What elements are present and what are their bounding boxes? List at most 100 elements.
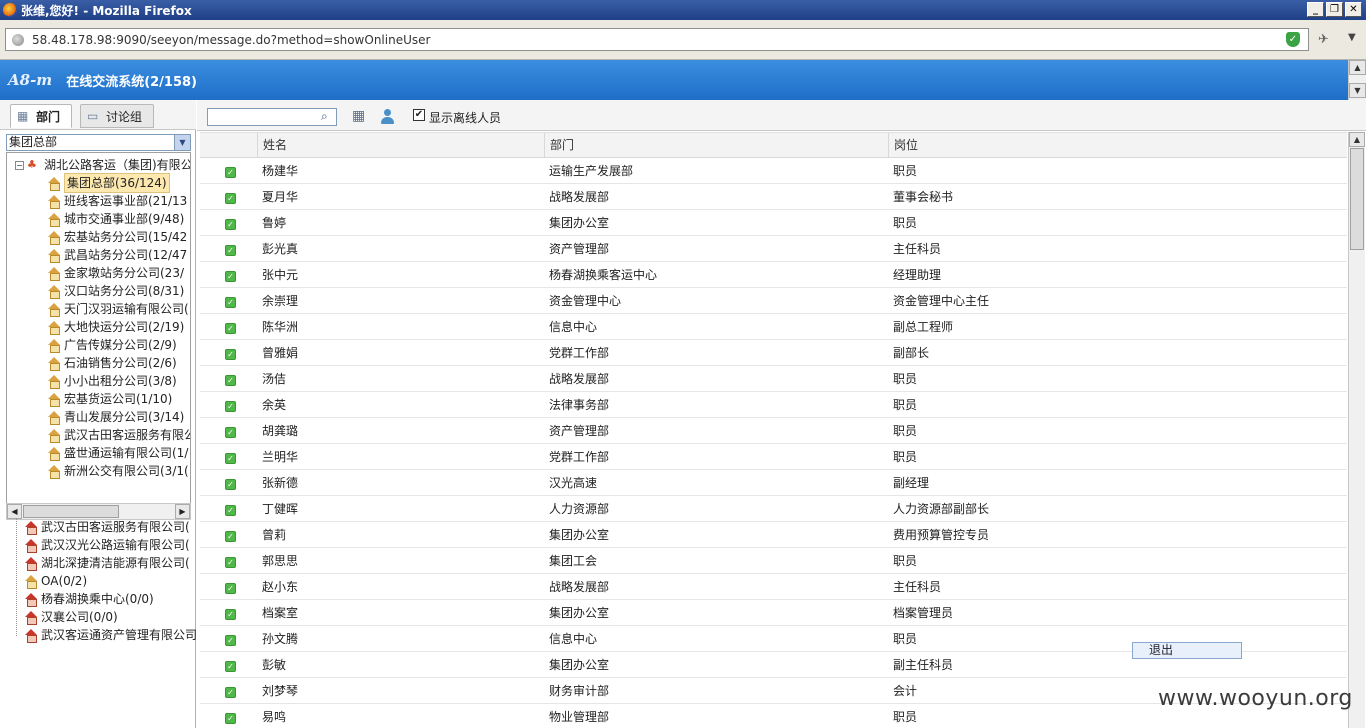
tree-item[interactable]: 青山发展分公司(3/14) bbox=[47, 408, 184, 426]
cell-name: 汤佶 bbox=[262, 372, 287, 386]
search-icon[interactable]: ⌕ bbox=[321, 109, 328, 124]
show-offline-checkbox[interactable]: ✔ bbox=[413, 109, 425, 121]
tree-item[interactable]: 小小出租分公司(3/8) bbox=[47, 372, 177, 390]
tree-item-label: 金家墩站务分公司(23/ bbox=[64, 266, 184, 280]
close-button[interactable]: ✕ bbox=[1345, 2, 1362, 17]
tree-item[interactable]: 武汉客运通资产管理有限公司 bbox=[24, 626, 197, 644]
group-icon[interactable]: ▦ bbox=[352, 108, 368, 125]
scroll-down-icon[interactable]: ▼ bbox=[1349, 83, 1366, 98]
tree-item[interactable]: 汉襄公司(0/0) bbox=[24, 608, 118, 626]
url-text[interactable]: 58.48.178.98:9090/seeyon/message.do?meth… bbox=[32, 33, 1286, 47]
department-select[interactable]: 集团总部 ▼ bbox=[6, 134, 191, 151]
online-status-icon: ✓ bbox=[225, 557, 236, 568]
table-row[interactable]: ✓ 余崇理 资金管理中心 资金管理中心主任 bbox=[200, 288, 1347, 314]
table-row[interactable]: ✓ 鲁婷 集团办公室 职员 bbox=[200, 210, 1347, 236]
tree-item[interactable]: 杨春湖换乘中心(0/0) bbox=[24, 590, 154, 608]
table-row[interactable]: ✓ 汤佶 战略发展部 职员 bbox=[200, 366, 1347, 392]
cell-name: 余崇理 bbox=[262, 294, 299, 308]
cell-name: 刘梦琴 bbox=[262, 684, 299, 698]
tree-item-label: 宏基货运公司(1/10) bbox=[64, 392, 173, 406]
table-row[interactable]: ✓ 档案室 集团办公室 档案管理员 bbox=[200, 600, 1347, 626]
tree-item[interactable]: 宏基站务分公司(15/42 bbox=[47, 228, 187, 246]
table-row[interactable]: ✓ 赵小东 战略发展部 主任科员 bbox=[200, 574, 1347, 600]
tree-item[interactable]: 湖北深捷清洁能源有限公司( bbox=[24, 554, 190, 572]
house-icon bbox=[24, 520, 38, 535]
tree-item[interactable]: OA(0/2) bbox=[24, 572, 87, 590]
browser-toolbar: 58.48.178.98:9090/seeyon/message.do?meth… bbox=[0, 20, 1366, 60]
table-row[interactable]: ✓ 陈华洲 信息中心 副总工程师 bbox=[200, 314, 1347, 340]
cell-name: 孙文腾 bbox=[262, 632, 299, 646]
tree-item[interactable]: 天门汉羽运输有限公司( bbox=[47, 300, 189, 318]
table-row[interactable]: ✓ 杨建华 运输生产发展部 职员 bbox=[200, 158, 1347, 184]
tree-item[interactable]: 武汉汉光公路运输有限公司( bbox=[24, 536, 190, 554]
table-row[interactable]: ✓ 郭思思 集团工会 职员 bbox=[200, 548, 1347, 574]
scroll-up-icon[interactable]: ▲ bbox=[1349, 60, 1366, 75]
table-row[interactable]: ✓ 曾雅娟 党群工作部 副部长 bbox=[200, 340, 1347, 366]
table-row[interactable]: ✓ 余英 法律事务部 职员 bbox=[200, 392, 1347, 418]
tree-item[interactable]: 大地快运分公司(2/19) bbox=[47, 318, 184, 336]
scroll-thumb[interactable] bbox=[23, 505, 119, 518]
online-status-icon: ✓ bbox=[225, 245, 236, 256]
tree-item[interactable]: 武汉古田客运服务有限公 bbox=[47, 426, 190, 444]
scroll-right-icon[interactable]: ▶ bbox=[175, 504, 190, 519]
tree-item[interactable]: 武昌站务分公司(12/47 bbox=[47, 246, 187, 264]
tree-item[interactable]: 武汉古田客运服务有限公司( bbox=[24, 518, 190, 536]
tree-item[interactable]: 汉口站务分公司(8/31) bbox=[47, 282, 184, 300]
shield-icon[interactable]: ✓ bbox=[1286, 32, 1300, 47]
addon-icon[interactable]: ✈ bbox=[1318, 32, 1329, 47]
tree-item[interactable]: 石油销售分公司(2/6) bbox=[47, 354, 177, 372]
tree-item-label: 天门汉羽运输有限公司( bbox=[64, 302, 189, 316]
house-icon bbox=[47, 356, 61, 371]
online-status-icon: ✓ bbox=[225, 609, 236, 620]
left-tabs: ▦ 部门 ▭ 讨论组 bbox=[0, 100, 196, 130]
online-status-icon: ✓ bbox=[225, 323, 236, 334]
grid-scrollbar[interactable]: ▲ bbox=[1348, 132, 1365, 728]
tab-department[interactable]: ▦ 部门 bbox=[10, 104, 72, 128]
page-scrollbar[interactable]: ▲ ▼ bbox=[1348, 60, 1366, 100]
online-status-icon: ✓ bbox=[225, 713, 236, 724]
header-position[interactable]: 岗位 bbox=[888, 133, 1347, 158]
chevron-down-icon[interactable]: ▼ bbox=[174, 135, 190, 150]
tree-item[interactable]: 班线客运事业部(21/13 bbox=[47, 192, 187, 210]
exit-button[interactable]: 退出 bbox=[1132, 642, 1242, 659]
search-input[interactable] bbox=[207, 108, 337, 126]
collapse-icon[interactable]: − bbox=[15, 160, 24, 170]
window-controls: _ ❐ ✕ bbox=[1307, 2, 1362, 17]
scroll-up-icon[interactable]: ▲ bbox=[1349, 132, 1365, 147]
scroll-thumb[interactable] bbox=[1350, 148, 1364, 250]
person-icon[interactable] bbox=[380, 108, 396, 125]
header-dept[interactable]: 部门 bbox=[544, 133, 888, 158]
tree-item-label: 新洲公交有限公司(3/1( bbox=[64, 464, 189, 478]
scroll-left-icon[interactable]: ◀ bbox=[7, 504, 22, 519]
table-row[interactable]: ✓ 张新德 汉光高速 副经理 bbox=[200, 470, 1347, 496]
table-row[interactable]: ✓ 丁健晖 人力资源部 人力资源部副部长 bbox=[200, 496, 1347, 522]
house-icon bbox=[47, 338, 61, 353]
table-row[interactable]: ✓ 彭光真 资产管理部 主任科员 bbox=[200, 236, 1347, 262]
cell-position: 董事会秘书 bbox=[893, 190, 954, 204]
tree-item[interactable]: 盛世通运输有限公司(1/ bbox=[47, 444, 188, 462]
house-icon bbox=[47, 248, 61, 263]
minimize-button[interactable]: _ bbox=[1307, 2, 1324, 17]
tree-item[interactable]: 金家墩站务分公司(23/ bbox=[47, 264, 184, 282]
online-status-icon: ✓ bbox=[225, 531, 236, 542]
tree-item[interactable]: 新洲公交有限公司(3/1( bbox=[47, 462, 189, 480]
table-row[interactable]: ✓ 夏月华 战略发展部 董事会秘书 bbox=[200, 184, 1347, 210]
table-row[interactable]: ✓ 胡龚璐 资产管理部 职员 bbox=[200, 418, 1347, 444]
tree-item-label: 盛世通运输有限公司(1/ bbox=[64, 446, 189, 460]
online-status-icon: ✓ bbox=[225, 297, 236, 308]
online-status-icon: ✓ bbox=[225, 583, 236, 594]
tree-root[interactable]: − ♣ 湖北公路客运（集团)有限公 bbox=[15, 156, 190, 174]
tree-item[interactable]: 集团总部(36/124) bbox=[47, 173, 170, 193]
table-row[interactable]: ✓ 张中元 杨春湖换乘客运中心 经理助理 bbox=[200, 262, 1347, 288]
tab-discussion-group[interactable]: ▭ 讨论组 bbox=[80, 104, 154, 128]
table-row[interactable]: ✓ 兰明华 党群工作部 职员 bbox=[200, 444, 1347, 470]
tree-item[interactable]: 广告传媒分公司(2/9) bbox=[47, 336, 177, 354]
table-row[interactable]: ✓ 曾莉 集团办公室 费用预算管控专员 bbox=[200, 522, 1347, 548]
chevron-down-icon[interactable]: ▼ bbox=[1348, 32, 1356, 43]
tree-item[interactable]: 城市交通事业部(9/48) bbox=[47, 210, 184, 228]
restore-button[interactable]: ❐ bbox=[1326, 2, 1343, 17]
address-bar[interactable]: 58.48.178.98:9090/seeyon/message.do?meth… bbox=[5, 28, 1309, 51]
cell-position: 经理助理 bbox=[893, 268, 942, 282]
header-name[interactable]: 姓名 bbox=[257, 133, 544, 158]
tree-item[interactable]: 宏基货运公司(1/10) bbox=[47, 390, 172, 408]
